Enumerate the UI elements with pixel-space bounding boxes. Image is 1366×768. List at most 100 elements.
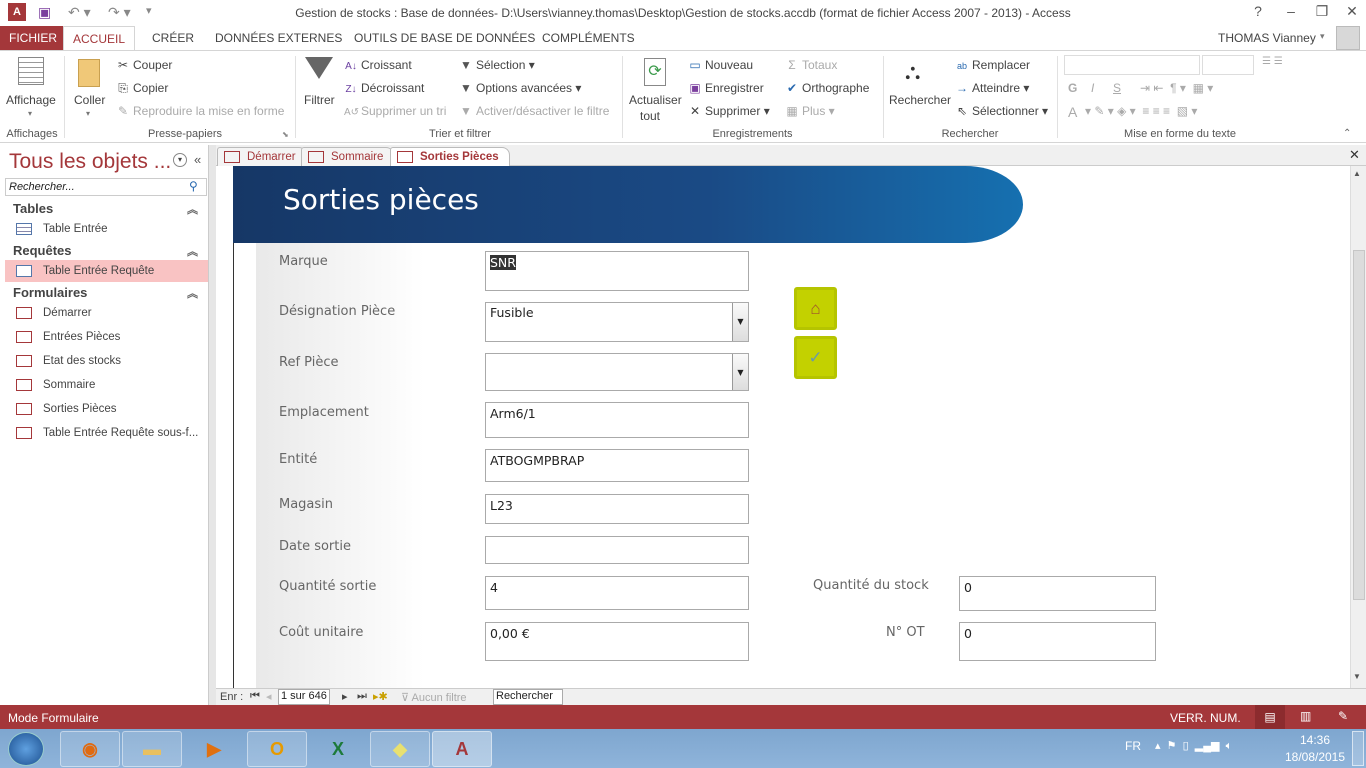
- marque-field[interactable]: SNR: [485, 251, 749, 291]
- quantite-sortie-field[interactable]: 4: [485, 576, 749, 610]
- close-button[interactable]: ✕: [1340, 3, 1364, 20]
- tab-donnees-externes[interactable]: DONNÉES EXTERNES: [206, 26, 351, 50]
- couper-button[interactable]: ✂ Couper: [116, 58, 172, 72]
- filtrer-button[interactable]: Filtrer: [304, 93, 335, 107]
- start-button[interactable]: [8, 732, 44, 766]
- decroissant-button[interactable]: Z↓ Décroissant: [344, 81, 424, 95]
- croissant-button[interactable]: A↓ Croissant: [344, 58, 412, 72]
- nav-group-requetes[interactable]: Requêtes ︽: [13, 243, 198, 258]
- first-record-icon[interactable]: ⏮: [250, 690, 260, 703]
- enregistrer-button[interactable]: ▣ Enregistrer: [688, 81, 763, 95]
- collapse-chevron-icon[interactable]: ︽: [187, 243, 198, 259]
- supprimer-tri-button[interactable]: A↺ Supprimer un tri: [344, 104, 446, 118]
- ref-piece-combo[interactable]: ▼: [485, 353, 749, 391]
- entite-field[interactable]: ATBOGMPBRAP: [485, 449, 749, 482]
- magasin-field[interactable]: L23: [485, 494, 749, 524]
- remplacer-button[interactable]: ab Remplacer: [955, 58, 1030, 72]
- nav-search-input[interactable]: Rechercher...: [5, 178, 207, 196]
- clock-time[interactable]: 14:36: [1290, 733, 1340, 747]
- toggle-filter-button[interactable]: ▼ Activer/désactiver le filtre: [459, 104, 609, 118]
- nav-splitter[interactable]: [209, 145, 216, 705]
- nav-item-entrees-pieces[interactable]: Entrées Pièces: [5, 326, 208, 348]
- close-document-icon[interactable]: ✕: [1349, 147, 1360, 163]
- font-size-combo[interactable]: [1202, 55, 1254, 75]
- record-position-input[interactable]: 1 sur 646: [278, 689, 330, 705]
- design-view-icon[interactable]: ✎: [1338, 709, 1348, 723]
- nav-item-demarrer[interactable]: Démarrer: [5, 302, 208, 324]
- tab-accueil[interactable]: ACCUEIL: [63, 26, 136, 50]
- nav-item-sorties-pieces[interactable]: Sorties Pièces: [5, 398, 208, 420]
- highlight-icons[interactable]: ▾ ✎ ▾ ◈ ▾ ≡ ≡ ≡ ▧ ▾: [1085, 104, 1197, 118]
- explorer-taskbar-icon[interactable]: ▬: [122, 731, 182, 767]
- doc-tab-demarrer[interactable]: Démarrer: [217, 147, 307, 166]
- italic-button[interactable]: I: [1091, 81, 1094, 95]
- bold-button[interactable]: G: [1068, 81, 1077, 95]
- restore-button[interactable]: ❐: [1310, 3, 1334, 20]
- layout-view-icon[interactable]: ▥: [1300, 709, 1311, 723]
- record-search-input[interactable]: Rechercher: [493, 689, 563, 705]
- tab-complements[interactable]: COMPLÉMENTS: [533, 26, 644, 50]
- underline-button[interactable]: S: [1113, 81, 1121, 95]
- selectionner-button[interactable]: ⇖ Sélectionner ▾: [955, 104, 1048, 118]
- filter-status[interactable]: ⊽ Aucun filtre: [401, 691, 467, 704]
- nav-menu-icon[interactable]: ▾: [173, 153, 187, 167]
- help-button[interactable]: ?: [1246, 3, 1270, 19]
- last-record-icon[interactable]: ⏭: [357, 690, 367, 703]
- validate-button[interactable]: ✓: [794, 336, 837, 379]
- reproduire-button[interactable]: ✎ Reproduire la mise en forme: [116, 104, 284, 118]
- doc-tab-sommaire[interactable]: Sommaire: [301, 147, 395, 166]
- clock-date[interactable]: 18/08/2015: [1282, 750, 1348, 764]
- search-icon[interactable]: ⚲: [189, 179, 198, 193]
- tab-outils-bdd[interactable]: OUTILS DE BASE DE DONNÉES: [345, 26, 544, 50]
- home-button[interactable]: ⌂: [794, 287, 837, 330]
- collapse-nav-icon[interactable]: «: [194, 152, 201, 167]
- atteindre-button[interactable]: → Atteindre ▾: [955, 81, 1029, 95]
- minimize-button[interactable]: –: [1279, 3, 1303, 19]
- excel-taskbar-icon[interactable]: X: [308, 731, 368, 767]
- tab-fichier[interactable]: FICHIER: [0, 26, 66, 50]
- font-color-button[interactable]: A: [1068, 104, 1077, 120]
- nav-item-table-entree-requete[interactable]: Table Entrée Requête: [5, 260, 208, 282]
- scroll-up-icon[interactable]: ▲: [1353, 169, 1361, 178]
- collapse-ribbon-icon[interactable]: ⌃: [1343, 128, 1351, 139]
- nav-item-table-entree[interactable]: Table Entrée: [5, 218, 208, 240]
- rechercher-button[interactable]: Rechercher: [889, 93, 951, 107]
- emplacement-field[interactable]: Arm6/1: [485, 402, 749, 438]
- outlook-taskbar-icon[interactable]: O: [247, 731, 307, 767]
- coller-dropdown-icon[interactable]: ▾: [86, 109, 90, 118]
- show-desktop-button[interactable]: [1352, 731, 1364, 766]
- scroll-down-icon[interactable]: ▼: [1353, 672, 1361, 681]
- nouveau-button[interactable]: ▭ Nouveau: [688, 58, 753, 72]
- orthographe-button[interactable]: ✔ Orthographe: [785, 81, 869, 95]
- nav-group-tables[interactable]: Tables ︽: [13, 201, 198, 216]
- options-avancees-button[interactable]: ▼ Options avancées ▾: [459, 81, 581, 95]
- copier-button[interactable]: ⎘ Copier: [116, 81, 168, 96]
- doc-tab-sorties-pieces[interactable]: Sorties Pièces: [390, 147, 510, 166]
- vertical-scrollbar[interactable]: ▲ ▼: [1350, 166, 1366, 688]
- nav-item-etat-stocks[interactable]: Etat des stocks: [5, 350, 208, 372]
- font-name-combo[interactable]: [1064, 55, 1200, 75]
- scrollbar-thumb[interactable]: [1353, 250, 1365, 600]
- media-player-taskbar-icon[interactable]: ▶: [184, 731, 244, 767]
- actualiser-button[interactable]: Actualiser: [629, 93, 682, 107]
- tab-creer[interactable]: CRÉER: [143, 26, 203, 50]
- prev-record-icon[interactable]: ◂: [266, 690, 272, 703]
- collapse-chevron-icon[interactable]: ︽: [187, 285, 198, 301]
- dialog-launcher-icon[interactable]: ⬊: [282, 130, 289, 139]
- tray-icons[interactable]: ▴ ⚑ ▯ ▂▄▆ 🔈︎: [1155, 739, 1232, 753]
- quantite-stock-field[interactable]: 0: [959, 576, 1156, 611]
- firefox-taskbar-icon[interactable]: ◉: [60, 731, 120, 767]
- supprimer-button[interactable]: ✕ Supprimer ▾: [688, 104, 770, 118]
- numero-ot-field[interactable]: 0: [959, 622, 1156, 661]
- totaux-button[interactable]: Σ Totaux: [785, 58, 837, 72]
- plus-button[interactable]: ▦ Plus ▾: [785, 104, 834, 118]
- access-taskbar-icon[interactable]: A: [432, 731, 492, 767]
- coller-button[interactable]: Coller: [74, 93, 105, 107]
- list-icons[interactable]: ☰ ☰: [1262, 56, 1283, 67]
- dropdown-arrow-icon[interactable]: ▼: [732, 303, 748, 341]
- nav-title[interactable]: Tous les objets ...: [9, 150, 171, 174]
- form-view-icon[interactable]: ▤: [1255, 705, 1285, 729]
- avatar[interactable]: [1336, 26, 1360, 50]
- cout-unitaire-field[interactable]: 0,00 €: [485, 622, 749, 661]
- affichage-button[interactable]: Affichage: [6, 93, 56, 107]
